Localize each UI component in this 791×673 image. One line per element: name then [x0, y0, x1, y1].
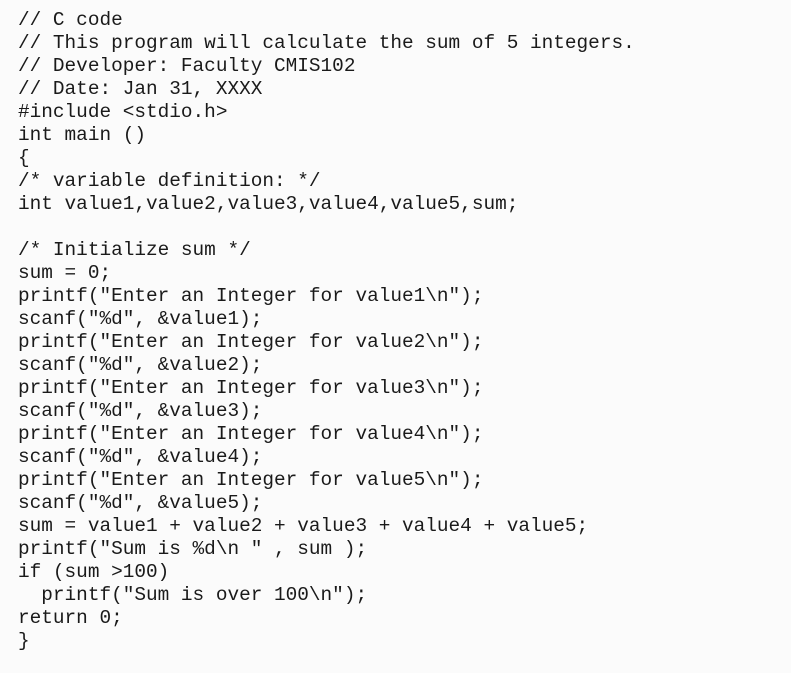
code-line-comment-developer: // Developer: Faculty CMIS102 [18, 55, 356, 77]
code-line-scanf-value1: scanf("%d", &value1); [18, 308, 263, 330]
code-line-scanf-value3: scanf("%d", &value3); [18, 400, 263, 422]
code-line-printf-value1: printf("Enter an Integer for value1\n"); [18, 285, 484, 307]
code-line-sum-compute: sum = value1 + value2 + value3 + value4 … [18, 515, 589, 537]
code-line-return: return 0; [18, 607, 123, 629]
code-line-comment-description: // This program will calculate the sum o… [18, 32, 635, 54]
code-line-open-brace: { [18, 147, 30, 169]
code-line-comment-date: // Date: Jan 31, XXXX [18, 78, 263, 100]
code-line-printf-value3: printf("Enter an Integer for value3\n"); [18, 377, 484, 399]
code-line-printf-value5: printf("Enter an Integer for value5\n"); [18, 469, 484, 491]
code-line-printf-sum: printf("Sum is %d\n " , sum ); [18, 538, 368, 560]
code-line-main-signature: int main () [18, 124, 146, 146]
code-line-include: #include <stdio.h> [18, 101, 228, 123]
code-line-if-condition: if (sum >100) [18, 561, 170, 583]
code-line-close-brace: } [18, 630, 30, 652]
code-line-comment-title: // C code [18, 9, 123, 31]
code-line-printf-value4: printf("Enter an Integer for value4\n"); [18, 423, 484, 445]
code-line-sum-init: sum = 0; [18, 262, 112, 284]
code-line-declaration: int value1,value2,value3,value4,value5,s… [18, 193, 519, 215]
code-listing: // C code// This program will calculate … [18, 9, 635, 653]
code-line-scanf-value2: scanf("%d", &value2); [18, 354, 263, 376]
code-line-comment-initialize: /* Initialize sum */ [18, 239, 251, 261]
code-line-scanf-value4: scanf("%d", &value4); [18, 446, 263, 468]
code-line-scanf-value5: scanf("%d", &value5); [18, 492, 263, 514]
code-line-printf-value2: printf("Enter an Integer for value2\n"); [18, 331, 484, 353]
code-line-printf-over-100: printf("Sum is over 100\n"); [18, 584, 368, 606]
code-line-comment-variables: /* variable definition: */ [18, 170, 321, 192]
